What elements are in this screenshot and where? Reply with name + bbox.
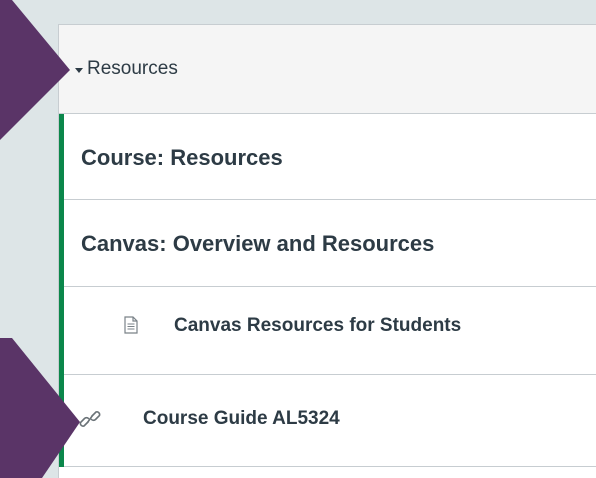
text-header-label: Course: Resources bbox=[81, 145, 283, 170]
page-link[interactable]: Canvas Resources for Students bbox=[174, 315, 461, 337]
module-panel: Resources Course: Resources Canvas: Over… bbox=[58, 24, 596, 478]
module-item-text-header: Course: Resources bbox=[59, 114, 596, 200]
module-item-page[interactable]: Canvas Resources for Students bbox=[59, 287, 596, 375]
external-link[interactable]: Course Guide AL5324 bbox=[143, 408, 340, 430]
module-item-text-header: Canvas: Overview and Resources bbox=[59, 200, 596, 287]
page-icon bbox=[124, 316, 138, 334]
module-item-external-link[interactable]: Course Guide AL5324 bbox=[59, 375, 596, 467]
module-title[interactable]: Resources bbox=[87, 58, 178, 80]
text-header-label: Canvas: Overview and Resources bbox=[81, 231, 435, 256]
pointer-arrow-bottom bbox=[0, 338, 80, 478]
module-header[interactable]: Resources bbox=[59, 24, 596, 114]
